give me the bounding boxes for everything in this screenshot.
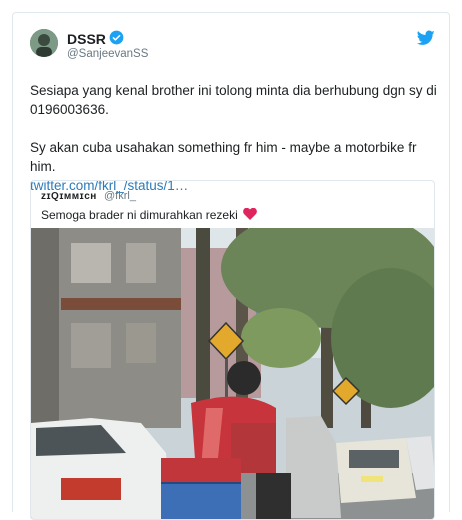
author-name[interactable]: DSSR: [67, 31, 106, 47]
author-handle[interactable]: @SanjeevanSS: [67, 48, 148, 60]
quoted-author-handle[interactable]: @fkrl_: [104, 190, 136, 202]
street-photo[interactable]: [31, 228, 435, 520]
quoted-tweet[interactable]: ᴢɪQɪᴍᴍɪᴄʜ @fkrl_ Semoga brader ni dimura…: [30, 180, 435, 520]
tweet-text: Sesiapa yang kenal brother ini tolong mi…: [30, 81, 442, 195]
avatar[interactable]: [30, 29, 58, 57]
twitter-bird-icon[interactable]: [417, 30, 435, 46]
quoted-text-body: Semoga brader ni dimurahkan rezeki: [41, 208, 238, 222]
verified-icon: [109, 30, 124, 45]
tweet-line-2: Sy akan cuba usahakan something fr him -…: [30, 140, 417, 174]
quoted-text: Semoga brader ni dimurahkan rezeki: [41, 208, 257, 222]
tweet-line-1: Sesiapa yang kenal brother ini tolong mi…: [30, 83, 437, 117]
tweet-card[interactable]: DSSR @SanjeevanSS Sesiapa yang kenal bro…: [12, 12, 450, 520]
quoted-author-name[interactable]: ᴢɪQɪᴍᴍɪᴄʜ: [41, 191, 97, 202]
heart-icon: [243, 208, 257, 220]
